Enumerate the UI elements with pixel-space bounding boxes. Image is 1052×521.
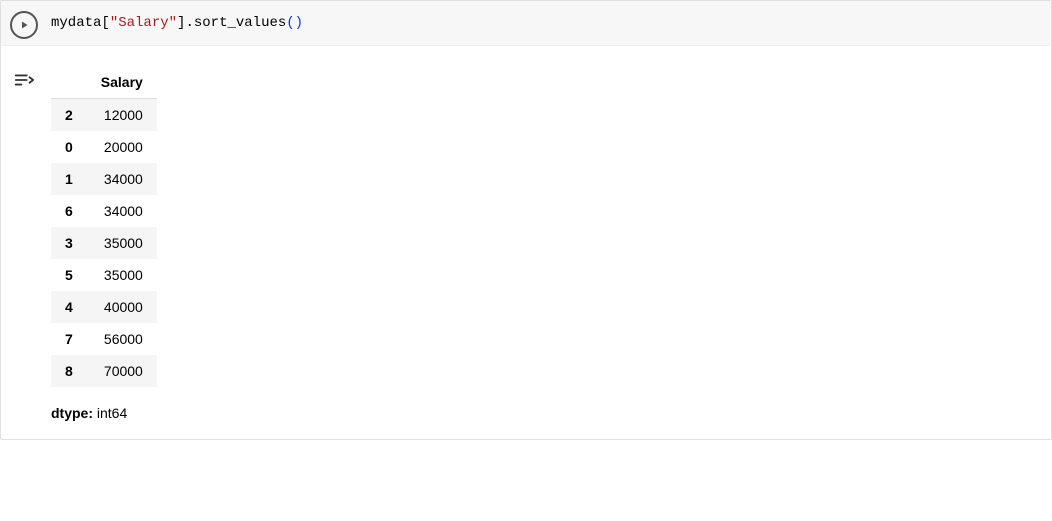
row-index: 2	[51, 99, 87, 132]
dtype-line: dtype: int64	[51, 405, 1041, 421]
cell-value: 56000	[87, 323, 157, 355]
table-row: 535000	[51, 259, 157, 291]
table-row: 756000	[51, 323, 157, 355]
cell-value: 70000	[87, 355, 157, 387]
cell-value: 35000	[87, 259, 157, 291]
table-row: 440000	[51, 291, 157, 323]
cell-value: 40000	[87, 291, 157, 323]
cell-value: 34000	[87, 195, 157, 227]
cell-value: 20000	[87, 131, 157, 163]
row-index: 5	[51, 259, 87, 291]
output-area: Salary 212000 020000 134000 634000 33500…	[47, 46, 1051, 439]
input-gutter	[1, 1, 47, 45]
notebook-cell: mydata["Salary"].sort_values() Salary	[0, 0, 1052, 440]
table-header-row: Salary	[51, 66, 157, 99]
dtype-label: dtype:	[51, 405, 93, 421]
cell-value: 12000	[87, 99, 157, 132]
column-header-salary: Salary	[87, 66, 157, 99]
row-index: 7	[51, 323, 87, 355]
row-index: 1	[51, 163, 87, 195]
code-method: sort_values	[194, 15, 286, 31]
play-icon	[18, 19, 30, 31]
output-toggle-icon	[13, 69, 35, 91]
output-gutter	[1, 46, 47, 439]
table-row: 870000	[51, 355, 157, 387]
code-var: mydata	[51, 15, 101, 31]
cell-value: 35000	[87, 227, 157, 259]
row-index: 3	[51, 227, 87, 259]
code-parens: ()	[286, 15, 303, 31]
row-index: 8	[51, 355, 87, 387]
output-row: Salary 212000 020000 134000 634000 33500…	[1, 46, 1051, 439]
table-corner	[51, 66, 87, 99]
run-button[interactable]	[10, 11, 38, 39]
table-row: 212000	[51, 99, 157, 132]
table-row: 020000	[51, 131, 157, 163]
table-row: 134000	[51, 163, 157, 195]
output-status-icon[interactable]	[12, 68, 36, 92]
row-index: 4	[51, 291, 87, 323]
code-open-bracket: [	[101, 15, 109, 31]
row-index: 6	[51, 195, 87, 227]
table-body: 212000 020000 134000 634000 335000 53500…	[51, 99, 157, 388]
code-dot: .	[185, 15, 193, 31]
dtype-value: int64	[93, 405, 127, 421]
row-index: 0	[51, 131, 87, 163]
code-editor[interactable]: mydata["Salary"].sort_values()	[47, 1, 1051, 45]
table-row: 634000	[51, 195, 157, 227]
cell-value: 34000	[87, 163, 157, 195]
table-row: 335000	[51, 227, 157, 259]
input-row: mydata["Salary"].sort_values()	[1, 1, 1051, 46]
dataframe-table: Salary 212000 020000 134000 634000 33500…	[51, 66, 157, 387]
code-key: "Salary"	[110, 15, 177, 31]
